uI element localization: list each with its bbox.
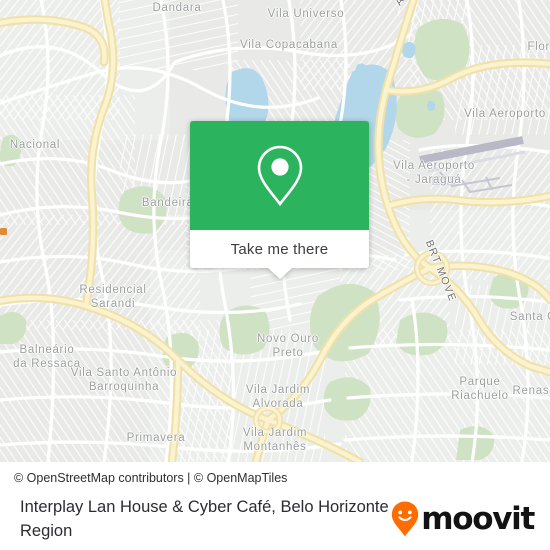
map-canvas[interactable]: DandaraVila UniversoVila CopacabanaFlora… (0, 0, 550, 462)
popup-header (190, 121, 369, 230)
map-page: DandaraVila UniversoVila CopacabanaFlora… (0, 0, 550, 550)
moovit-wordmark: moovit (421, 501, 535, 537)
take-me-there-label: Take me there (230, 240, 329, 258)
moovit-smiley-pin-icon (392, 501, 419, 537)
moovit-logo[interactable]: moovit (390, 500, 550, 538)
place-title: Interplay Lan House & Cyber Café, Belo H… (20, 498, 389, 540)
footer-main-row: Interplay Lan House & Cyber Café, Belo H… (0, 495, 550, 543)
popup-pointer-tail (266, 267, 293, 279)
location-pin-icon (257, 145, 302, 206)
page-footer: © OpenStreetMap contributors | © OpenMap… (0, 462, 550, 550)
place-popup-card[interactable]: Take me there (190, 121, 369, 279)
take-me-there-button[interactable]: Take me there (190, 230, 369, 268)
map-attribution[interactable]: © OpenStreetMap contributors | © OpenMap… (14, 471, 287, 485)
